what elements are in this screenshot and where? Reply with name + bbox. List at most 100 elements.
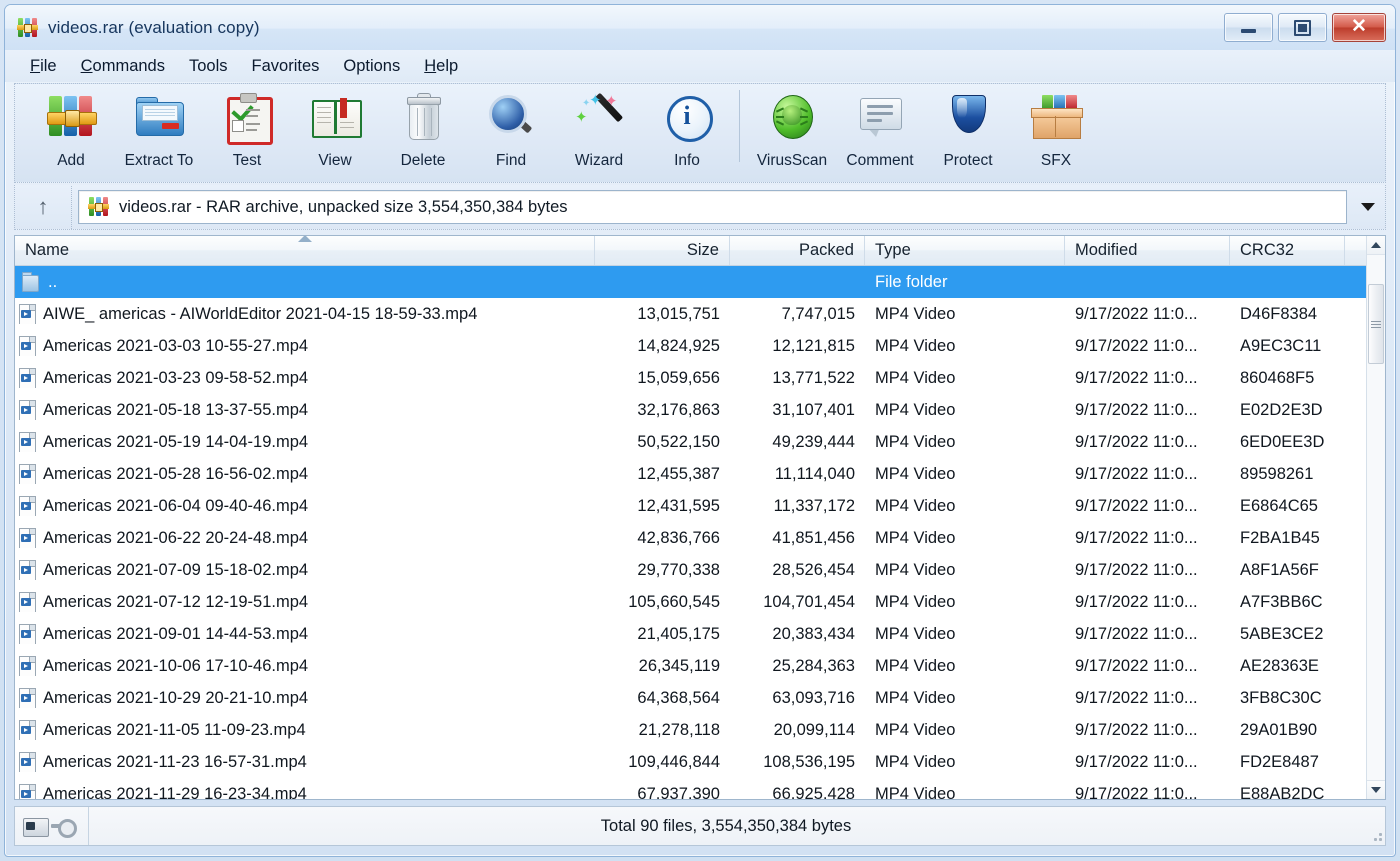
toolbar-button-add[interactable]: Add (27, 84, 115, 180)
key-icon[interactable] (51, 818, 77, 838)
scroll-down-button[interactable] (1367, 780, 1385, 799)
table-row[interactable]: Americas 2021-10-06 17-10-46.mp4 26,345,1… (15, 650, 1367, 682)
cell-size: 109,446,844 (628, 752, 720, 771)
toolbar-label-test: Test (232, 152, 262, 169)
resize-grip[interactable] (1363, 807, 1385, 845)
table-row[interactable]: Americas 2021-05-19 14-04-19.mp4 50,522,1… (15, 426, 1367, 458)
mp4-file-icon (19, 336, 36, 356)
cell-name: Americas 2021-03-23 09-58-52.mp4 (15, 368, 595, 388)
toolbar-button-info[interactable]: i Info (643, 84, 731, 180)
table-row[interactable]: Americas 2021-09-01 14-44-53.mp4 21,405,1… (15, 618, 1367, 650)
cell-type: MP4 Video (875, 368, 956, 387)
archive-path-field[interactable]: videos.rar - RAR archive, unpacked size … (78, 190, 1347, 224)
cell-name: Americas 2021-11-23 16-57-31.mp4 (15, 752, 595, 772)
cell-crc32: E88AB2DC (1240, 784, 1325, 800)
table-row[interactable]: Americas 2021-05-18 13-37-55.mp4 32,176,8… (15, 394, 1367, 426)
menu-label-favorites: Favorites (251, 56, 320, 75)
table-row[interactable]: .. File folder (15, 266, 1367, 298)
cell-type: File folder (875, 272, 948, 291)
cell-name: Americas 2021-05-18 13-37-55.mp4 (15, 400, 595, 420)
column-header-name[interactable]: Name (15, 236, 595, 265)
table-row[interactable]: Americas 2021-07-12 12-19-51.mp4 105,660,… (15, 586, 1367, 618)
cell-crc32: 29A01B90 (1240, 720, 1318, 739)
menu-item-options[interactable]: Options (332, 54, 411, 79)
toolbar-button-test[interactable]: Test (203, 84, 291, 180)
cell-modified: 9/17/2022 11:0... (1075, 720, 1198, 739)
lock-icon[interactable] (23, 817, 49, 837)
cell-size: 14,824,925 (637, 336, 720, 355)
view-book-icon (310, 92, 362, 142)
toolbar-button-comment[interactable]: Comment (836, 84, 924, 180)
maximize-button[interactable] (1278, 13, 1327, 42)
menu-item-help[interactable]: Help (413, 54, 469, 79)
toolbar-button-find[interactable]: Find (467, 84, 555, 180)
cell-name: .. (15, 272, 595, 292)
cell-name-text: Americas 2021-07-12 12-19-51.mp4 (43, 592, 309, 611)
menu-item-tools[interactable]: Tools (178, 54, 239, 79)
file-list-header: Name Size Packed Type Modified CRC32 (15, 236, 1385, 266)
menu-item-commands[interactable]: Commands (70, 54, 176, 79)
column-header-crc32[interactable]: CRC32 (1230, 236, 1345, 265)
cell-modified: 9/17/2022 11:0... (1075, 368, 1198, 387)
cell-type: MP4 Video (875, 624, 956, 643)
column-header-modified[interactable]: Modified (1065, 236, 1230, 265)
toolbar-button-virusscan[interactable]: VirusScan (748, 84, 836, 180)
cell-size: 29,770,338 (637, 560, 720, 579)
comment-bubble-icon (855, 92, 905, 142)
up-one-level-button[interactable]: ↑ (15, 185, 72, 229)
cell-name: Americas 2021-10-06 17-10-46.mp4 (15, 656, 595, 676)
table-row[interactable]: Americas 2021-11-05 11-09-23.mp4 21,278,1… (15, 714, 1367, 746)
toolbar-button-protect[interactable]: Protect (924, 84, 1012, 180)
cell-type: MP4 Video (875, 656, 956, 675)
cell-size: 21,278,118 (638, 720, 720, 739)
cell-packed: 12,121,815 (772, 336, 855, 355)
table-row[interactable]: Americas 2021-11-23 16-57-31.mp4 109,446,… (15, 746, 1367, 778)
vertical-scrollbar[interactable] (1366, 236, 1385, 799)
cell-name-text: Americas 2021-06-22 20-24-48.mp4 (43, 528, 309, 547)
toolbar-button-delete[interactable]: Delete (379, 84, 467, 180)
path-dropdown-button[interactable] (1351, 203, 1385, 211)
cell-size: 50,522,150 (637, 432, 720, 451)
title-bar[interactable]: videos.rar (evaluation copy) ✕ (5, 5, 1395, 51)
toolbar-button-view[interactable]: View (291, 84, 379, 180)
status-icons-pane (15, 807, 89, 845)
table-row[interactable]: Americas 2021-06-04 09-40-46.mp4 12,431,5… (15, 490, 1367, 522)
toolbar-button-extract-to[interactable]: Extract To (115, 84, 203, 180)
scrollbar-thumb[interactable] (1368, 284, 1384, 364)
scroll-up-button[interactable] (1367, 236, 1385, 255)
toolbar-label-extract-to: Extract To (124, 152, 194, 169)
table-row[interactable]: Americas 2021-11-29 16-23-34.mp4 67,937,3… (15, 778, 1367, 799)
cell-packed: 104,701,454 (763, 592, 855, 611)
cell-name-text: Americas 2021-07-09 15-18-02.mp4 (43, 560, 309, 579)
toolbar-button-sfx[interactable]: SFX (1012, 84, 1100, 180)
find-magnifier-icon (486, 92, 536, 142)
column-header-packed[interactable]: Packed (730, 236, 865, 265)
cell-type: MP4 Video (875, 464, 956, 483)
menu-item-favorites[interactable]: Favorites (241, 54, 331, 79)
toolbar-button-wizard[interactable]: ✦ ✦ ✦ ✦ Wizard (555, 84, 643, 180)
column-header-type[interactable]: Type (865, 236, 1065, 265)
rar-archive-icon (88, 196, 110, 218)
cell-name-text: Americas 2021-11-29 16-23-34.mp4 (43, 784, 307, 800)
toolbar: Add Extract To Test View Delete Find ✦ ✦… (14, 83, 1386, 183)
menu-label-tools: Tools (188, 56, 228, 75)
cell-name: Americas 2021-06-04 09-40-46.mp4 (15, 496, 595, 516)
table-row[interactable]: Americas 2021-10-29 20-21-10.mp4 64,368,5… (15, 682, 1367, 714)
cell-type: MP4 Video (875, 752, 956, 771)
toolbar-label-wizard: Wizard (574, 152, 624, 169)
column-header-size[interactable]: Size (595, 236, 730, 265)
toolbar-label-sfx: SFX (1040, 152, 1072, 169)
table-row[interactable]: Americas 2021-06-22 20-24-48.mp4 42,836,7… (15, 522, 1367, 554)
table-row[interactable]: AIWE_ americas - AIWorldEditor 2021-04-1… (15, 298, 1367, 330)
mp4-file-icon (19, 432, 36, 452)
table-row[interactable]: Americas 2021-03-03 10-55-27.mp4 14,824,9… (15, 330, 1367, 362)
minimize-button[interactable] (1224, 13, 1273, 42)
cell-type: MP4 Video (875, 336, 956, 355)
table-row[interactable]: Americas 2021-07-09 15-18-02.mp4 29,770,3… (15, 554, 1367, 586)
table-row[interactable]: Americas 2021-05-28 16-56-02.mp4 12,455,3… (15, 458, 1367, 490)
menu-item-file[interactable]: File (19, 54, 68, 79)
cell-crc32: F2BA1B45 (1240, 528, 1320, 547)
close-button[interactable]: ✕ (1332, 13, 1386, 42)
cell-crc32: 89598261 (1240, 464, 1314, 483)
table-row[interactable]: Americas 2021-03-23 09-58-52.mp4 15,059,6… (15, 362, 1367, 394)
